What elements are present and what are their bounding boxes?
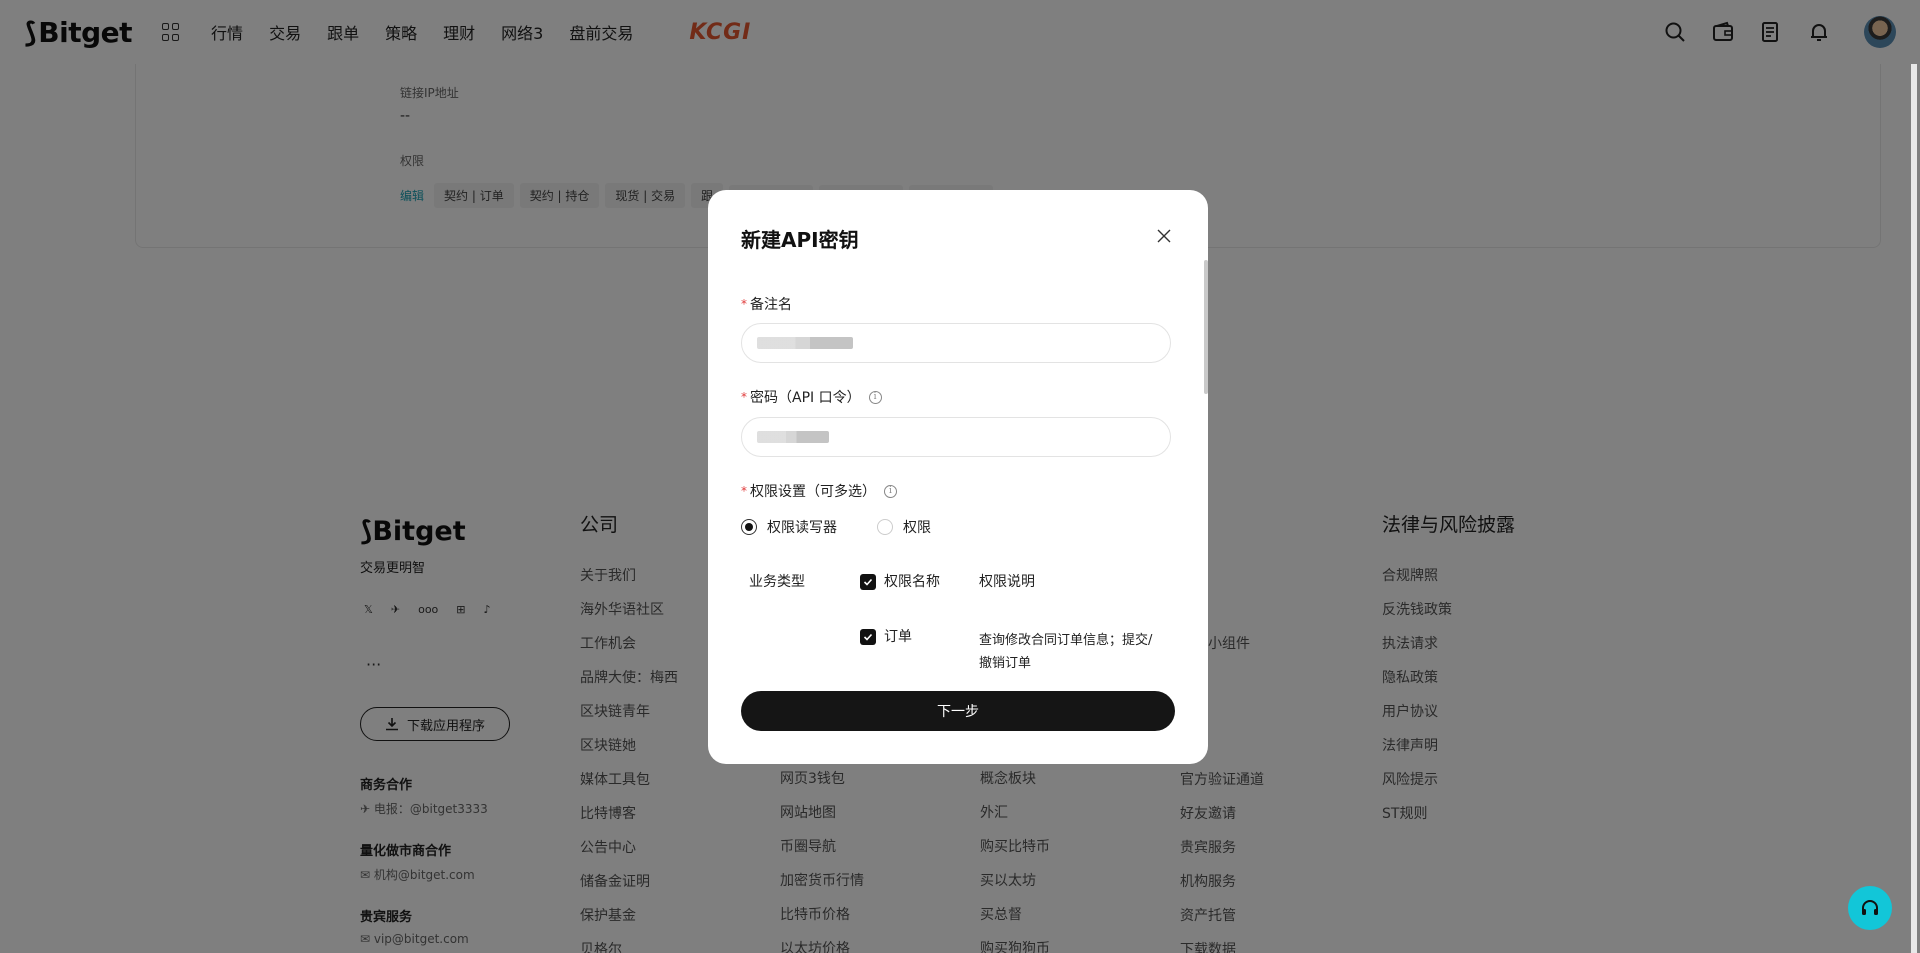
modal-scrollbar[interactable]: [1204, 260, 1208, 394]
row-order-name: 订单: [860, 626, 912, 646]
col-business-type: 业务类型: [749, 574, 805, 590]
page-scrollbar[interactable]: [1911, 64, 1917, 953]
radio-perm-label: 权限: [903, 520, 931, 536]
note-name-redacted: [757, 337, 853, 349]
password-label-text: 密码（API 口令）: [750, 390, 861, 406]
info-icon[interactable]: i: [884, 484, 897, 498]
radio-unselected-icon: [877, 519, 893, 535]
note-label: * 备注名: [741, 294, 792, 314]
row-order-desc: 查询修改合同订单信息；提交/撤销订单: [979, 633, 1153, 671]
col-perm-name: 权限名称: [860, 562, 940, 602]
perm-mode-radio-group: 权限读写器 权限: [741, 517, 931, 537]
required-mark: *: [741, 297, 747, 311]
checkbox-checked-icon[interactable]: [860, 574, 876, 590]
headset-icon: [1862, 900, 1878, 915]
row-order-name-label: 订单: [884, 629, 912, 645]
close-icon[interactable]: [1152, 224, 1176, 248]
customer-support-button[interactable]: [1848, 886, 1892, 930]
perm-setting-label-text: 权限设置（可多选）: [750, 484, 876, 500]
col-perm-desc: 权限说明: [979, 574, 1035, 590]
radio-selected-icon: [741, 519, 757, 535]
radio-read-write-label: 权限读写器: [767, 520, 837, 536]
info-icon[interactable]: i: [868, 390, 882, 404]
radio-perm[interactable]: 权限: [877, 517, 931, 537]
col-perm-name-label: 权限名称: [884, 574, 940, 590]
modal-title: 新建API密钥: [741, 228, 859, 252]
required-mark: *: [741, 484, 747, 498]
required-mark: *: [741, 390, 747, 404]
perm-setting-label: * 权限设置（可多选） i: [741, 481, 897, 501]
password-redacted: [757, 431, 829, 443]
radio-read-write[interactable]: 权限读写器: [741, 517, 837, 537]
checkbox-checked-icon[interactable]: [860, 629, 876, 645]
password-label: * 密码（API 口令） i: [741, 387, 882, 407]
create-api-key-modal: 新建API密钥 * 备注名 * 密码（API 口令） i * 权限设置（可多选）…: [708, 190, 1208, 764]
note-label-text: 备注名: [750, 297, 792, 313]
next-step-button[interactable]: 下一步: [741, 691, 1175, 731]
